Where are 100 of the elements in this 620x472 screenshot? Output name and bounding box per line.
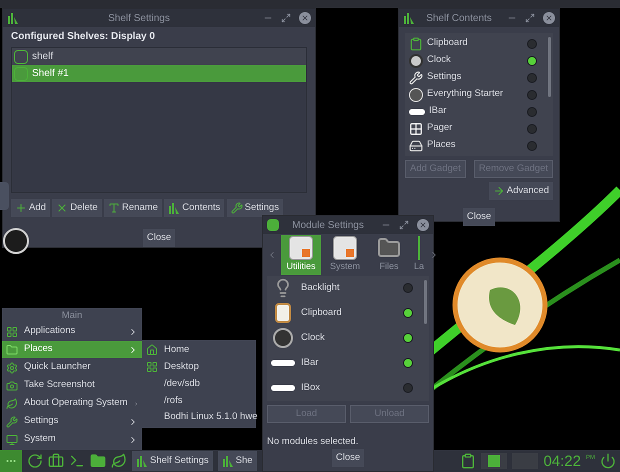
arrow-icon [492,185,505,197]
menu-item[interactable]: /rofs [142,392,256,410]
toggle-light[interactable] [527,38,537,48]
contents-button[interactable]: Contents [164,199,224,217]
toggle-light[interactable] [403,283,413,294]
gadget-label[interactable]: Everything Starter [427,87,523,102]
x-icon [56,202,68,214]
maximize-icon[interactable] [525,13,535,23]
menu-item[interactable]: Applications [2,323,142,340]
menu-item[interactable]: Places [2,341,142,358]
module-label[interactable]: Clipboard [301,306,397,320]
home-icon [146,344,158,356]
menu-item[interactable]: Bodhi Linux 5.1.0 hwe [142,409,256,426]
tools-icon [6,416,18,428]
module-label[interactable]: Backlight [301,281,397,296]
settings-icon [6,362,18,374]
monitor-icon [6,434,18,446]
folder-icon[interactable] [90,453,106,469]
gadget-label[interactable]: Settings [427,70,523,85]
scrollbar[interactable] [548,37,551,97]
power-icon[interactable] [600,453,616,469]
shelf-icon [222,455,234,467]
plus-icon [15,202,27,214]
terminal-icon[interactable] [69,453,85,469]
scrollbar[interactable] [424,280,427,324]
gadget-label[interactable]: Clipboard [427,36,523,51]
toggle-light[interactable] [527,124,537,134]
shelf-row[interactable]: shelf [12,48,306,65]
clipboard-icon [275,303,291,324]
desktop-icon [146,361,158,374]
menu-item[interactable]: Take Screenshot [2,377,142,394]
gadget-label[interactable]: Pager [427,121,523,136]
menu-item[interactable]: Quick Launcher [2,359,142,376]
toggle-light[interactable] [403,358,413,368]
task-button[interactable]: She [218,451,257,471]
close-button[interactable]: Close [332,449,364,467]
gadget-label[interactable]: IBar [429,104,523,119]
close-icon[interactable] [299,12,311,24]
menu-title: Main [60,309,84,323]
window-title: Shelf Settings [107,12,171,26]
window-title: Shelf Contents [425,12,493,26]
grid-icon [6,326,18,338]
clipboard-icon[interactable] [460,453,476,469]
menu-item[interactable]: About Operating System [2,395,142,412]
shelf-icon [14,50,28,64]
window-title: Module Settings [291,218,365,232]
toggle-light[interactable] [527,56,537,66]
start-button[interactable] [0,450,22,472]
clipboard-icon [409,36,423,50]
toggle-light[interactable] [527,106,537,116]
pager-icon [409,122,423,136]
text-icon [108,202,120,214]
shelf-icon [7,12,19,24]
module-label[interactable]: Clock [301,331,397,346]
menu-item[interactable]: Desktop [142,358,256,376]
briefcase-icon[interactable] [48,453,64,469]
menu-item[interactable]: /dev/sdb [142,376,256,392]
bar-icon [271,360,295,366]
refresh-icon[interactable] [27,453,43,469]
toggle-light[interactable] [527,72,537,82]
advanced-button[interactable]: Advanced [488,182,553,200]
settings-button[interactable]: Settings [226,199,283,217]
close-icon[interactable] [543,12,555,24]
menu-item[interactable]: Home [142,342,256,359]
rename-button[interactable]: Rename [104,199,162,217]
shelf-row[interactable]: Shelf #1 [12,65,306,82]
close-icon[interactable] [417,219,429,231]
toggle-light[interactable] [527,140,537,150]
toggle-light[interactable] [403,308,413,318]
leaf-icon [6,398,18,410]
bar-icon [409,108,425,114]
leaf-icon[interactable] [111,453,127,469]
add-button[interactable]: Add [11,199,50,217]
wrench-icon [409,70,423,84]
category-tab[interactable]: Utilities [281,234,321,275]
task-button[interactable]: Shelf Settings [132,451,213,471]
list-heading: Configured Shelves: Display 0 [11,31,156,43]
toggle-light[interactable] [527,90,537,100]
module-label[interactable]: IBox [301,381,397,396]
wrench-icon [230,202,243,214]
menu-item[interactable]: System [2,431,142,448]
gadget-label[interactable]: Places [427,138,523,153]
shelf-icon [14,66,28,80]
camera-icon [6,380,18,392]
close-button[interactable]: Close [142,229,176,247]
menu-item[interactable]: Settings [2,413,142,430]
maximize-icon[interactable] [399,220,409,230]
shelf-handle[interactable] [0,182,9,210]
close-button[interactable]: Close [462,208,496,226]
module-label[interactable]: IBar [301,356,397,370]
maximize-icon[interactable] [281,13,291,23]
drive-icon [409,138,423,152]
folder-icon [6,344,18,356]
toggle-light[interactable] [403,383,413,394]
delete-button[interactable]: Delete [52,199,102,217]
status-text: No modules selected. [266,434,360,449]
gadget-label[interactable]: Clock [427,53,523,68]
clock-time: 04:22 [543,454,581,468]
shelf-icon [136,455,148,467]
toggle-light[interactable] [403,333,413,344]
